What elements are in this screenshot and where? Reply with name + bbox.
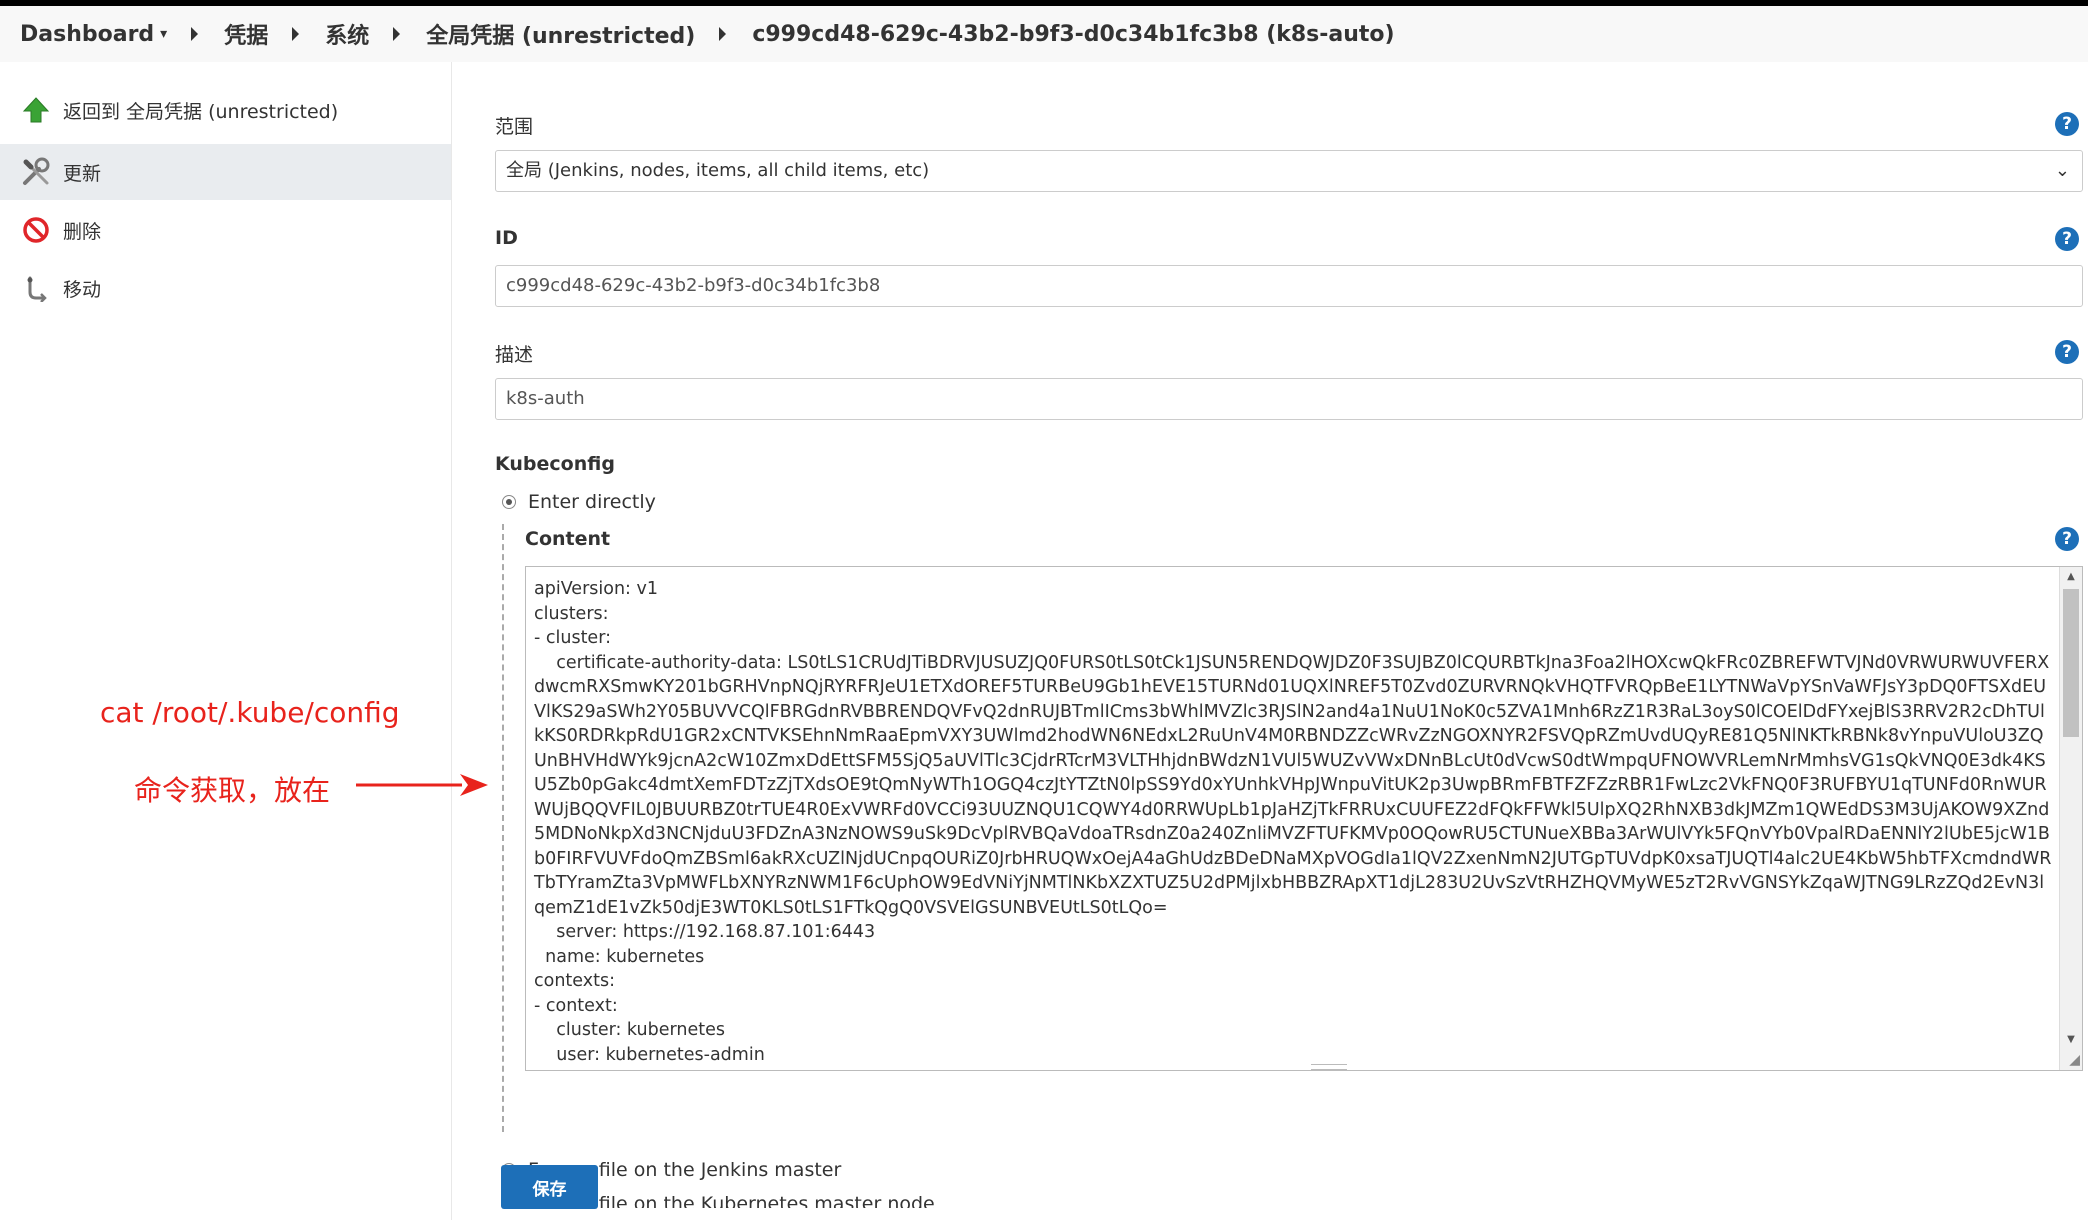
sidebar-item-move[interactable]: 移动: [0, 260, 451, 316]
sidebar-item-back[interactable]: 返回到 全局凭据 (unrestricted): [0, 82, 451, 138]
textarea-scrollbar[interactable]: ▲ ▼: [2059, 567, 2082, 1070]
help-icon[interactable]: ?: [2055, 527, 2079, 551]
radio-file-k8s-clip: From a file on the Kubernetes master nod…: [492, 1192, 1392, 1208]
sidebar-item-label: 删除: [63, 220, 102, 243]
sidebar: 返回到 全局凭据 (unrestricted) 更新 删除 移动: [0, 62, 452, 1220]
chevron-down-icon[interactable]: ▾: [160, 26, 167, 42]
scroll-down-icon[interactable]: ▼: [2060, 1030, 2082, 1050]
scrollbar-thumb[interactable]: [2063, 589, 2079, 737]
breadcrumb-separator-icon: [191, 27, 199, 41]
id-label: ID: [495, 227, 518, 249]
save-button[interactable]: 保存: [501, 1165, 598, 1209]
breadcrumb-credentials[interactable]: 凭据: [224, 18, 268, 50]
annotation-arrow-icon: [356, 774, 488, 796]
sidebar-item-delete[interactable]: 删除: [0, 202, 451, 258]
annotation-command: cat /root/.kube/config: [100, 696, 400, 729]
content-label: Content: [525, 528, 611, 550]
no-entry-icon: [20, 214, 52, 246]
breadcrumb: Dashboard ▾ 凭据 系统 全局凭据 (unrestricted) c9…: [0, 6, 2088, 62]
move-icon: [20, 272, 52, 304]
radio-enter-directly[interactable]: [502, 495, 516, 509]
annotation-note: 命令获取，放在: [134, 774, 331, 807]
scroll-up-icon[interactable]: ▲: [2060, 567, 2082, 587]
help-icon[interactable]: ?: [2055, 227, 2079, 251]
scope-select-value: 全局 (Jenkins, nodes, items, all child ite…: [506, 160, 930, 181]
breadcrumb-global-credentials[interactable]: 全局凭据 (unrestricted): [426, 18, 695, 50]
description-label: 描述: [495, 344, 534, 366]
kubeconfig-label: Kubeconfig: [495, 453, 615, 475]
breadcrumb-credential-item[interactable]: c999cd48-629c-43b2-b9f3-d0c34b1fc3b8 (k8…: [752, 22, 1394, 47]
help-icon[interactable]: ?: [2055, 112, 2079, 136]
breadcrumb-dashboard[interactable]: Dashboard: [20, 22, 154, 47]
scope-label: 范围: [495, 116, 534, 138]
description-field[interactable]: k8s-auth: [495, 378, 2083, 420]
radio-section-border: [502, 524, 504, 1132]
sidebar-item-update[interactable]: 更新: [0, 144, 451, 200]
green-up-arrow-icon: [20, 94, 52, 126]
help-icon[interactable]: ?: [2055, 340, 2079, 364]
sidebar-item-label: 移动: [63, 278, 102, 301]
main-content: 范围 ? 全局 (Jenkins, nodes, items, all chil…: [452, 62, 2088, 1220]
sidebar-item-label: 返回到 全局凭据 (unrestricted): [63, 100, 339, 123]
textarea-drag-handle[interactable]: [1311, 1064, 1347, 1070]
id-field[interactable]: c999cd48-629c-43b2-b9f3-d0c34b1fc3b8: [495, 265, 2083, 307]
chevron-down-icon: ⌄: [2054, 160, 2070, 181]
scope-select[interactable]: 全局 (Jenkins, nodes, items, all child ite…: [495, 150, 2083, 192]
resize-grip-icon[interactable]: ◢: [2069, 1052, 2080, 1068]
content-textarea-text[interactable]: apiVersion: v1 clusters: - cluster: cert…: [534, 577, 2052, 1067]
radio-enter-directly-label[interactable]: Enter directly: [528, 491, 656, 513]
breadcrumb-separator-icon: [393, 27, 401, 41]
breadcrumb-system[interactable]: 系统: [325, 18, 369, 50]
content-textarea[interactable]: apiVersion: v1 clusters: - cluster: cert…: [525, 566, 2083, 1071]
breadcrumb-separator-icon: [719, 27, 727, 41]
wrench-screwdriver-icon: [20, 156, 52, 188]
sidebar-item-label: 更新: [63, 162, 102, 185]
breadcrumb-separator-icon: [292, 27, 300, 41]
